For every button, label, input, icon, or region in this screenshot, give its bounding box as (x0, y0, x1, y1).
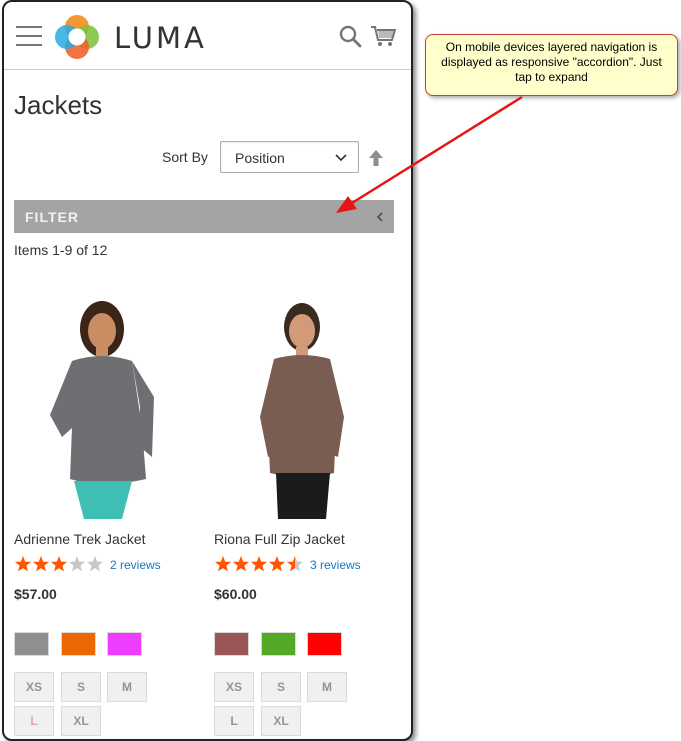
size-swatch-m[interactable]: M (107, 672, 147, 702)
toolbar-amount: Items 1-9 of 12 (14, 242, 108, 258)
product-name-link[interactable]: Riona Full Zip Jacket (214, 531, 345, 547)
star-icon (214, 556, 232, 572)
chevron-down-icon (335, 154, 347, 162)
product-image[interactable] (14, 297, 184, 519)
star-icon (268, 556, 286, 572)
sort-by-select[interactable]: Position (220, 141, 359, 173)
product-price: $57.00 (14, 586, 57, 602)
rating-stars (214, 556, 304, 572)
luma-logo[interactable] (54, 14, 100, 60)
size-swatch-xl[interactable]: XL (61, 706, 101, 736)
star-icon (286, 556, 304, 572)
page-header: LUMA (4, 2, 411, 70)
mobile-device-frame: LUMA Jackets Sort By Position FILTER Ite… (2, 0, 413, 741)
brand-name: LUMA (114, 21, 207, 55)
reviews-link[interactable]: 3 reviews (310, 558, 361, 572)
star-icon (32, 556, 50, 572)
star-icon (68, 556, 86, 572)
color-swatch[interactable] (214, 632, 249, 656)
star-icon (232, 556, 250, 572)
pants (74, 481, 132, 519)
color-swatch[interactable] (61, 632, 96, 656)
star-icon (86, 556, 104, 572)
size-swatch-l[interactable]: L (14, 706, 54, 736)
chevron-left-icon (376, 212, 383, 222)
star-icon (250, 556, 268, 572)
filter-accordion-toggle[interactable]: FILTER (14, 200, 394, 233)
rating-stars (14, 556, 104, 572)
page-title: Jackets (14, 90, 103, 120)
size-swatch-s[interactable]: S (61, 672, 101, 702)
pants (276, 473, 330, 519)
annotation-callout: On mobile devices layered navigation is … (425, 34, 678, 96)
cart-icon[interactable] (370, 24, 396, 48)
filter-title: FILTER (25, 209, 79, 225)
product-image[interactable] (214, 297, 384, 519)
size-swatch-xs[interactable]: XS (14, 672, 54, 702)
size-swatch-xs[interactable]: XS (214, 672, 254, 702)
product-name-link[interactable]: Adrienne Trek Jacket (14, 531, 146, 547)
size-swatch-s[interactable]: S (261, 672, 301, 702)
star-icon (50, 556, 68, 572)
color-swatch[interactable] (261, 632, 296, 656)
sort-direction-arrow-up-icon[interactable] (368, 149, 384, 167)
color-swatch[interactable] (307, 632, 342, 656)
star-icon (14, 556, 32, 572)
sort-by-label: Sort By (162, 149, 208, 165)
sort-by-value: Position (235, 150, 285, 166)
hamburger-menu-icon[interactable] (16, 26, 42, 46)
size-swatch-l[interactable]: L (214, 706, 254, 736)
search-icon[interactable] (338, 24, 362, 48)
reviews-link[interactable]: 2 reviews (110, 558, 161, 572)
size-swatch-m[interactable]: M (307, 672, 347, 702)
product-price: $60.00 (214, 586, 257, 602)
color-swatch[interactable] (107, 632, 142, 656)
color-swatch[interactable] (14, 632, 49, 656)
size-swatch-xl[interactable]: XL (261, 706, 301, 736)
